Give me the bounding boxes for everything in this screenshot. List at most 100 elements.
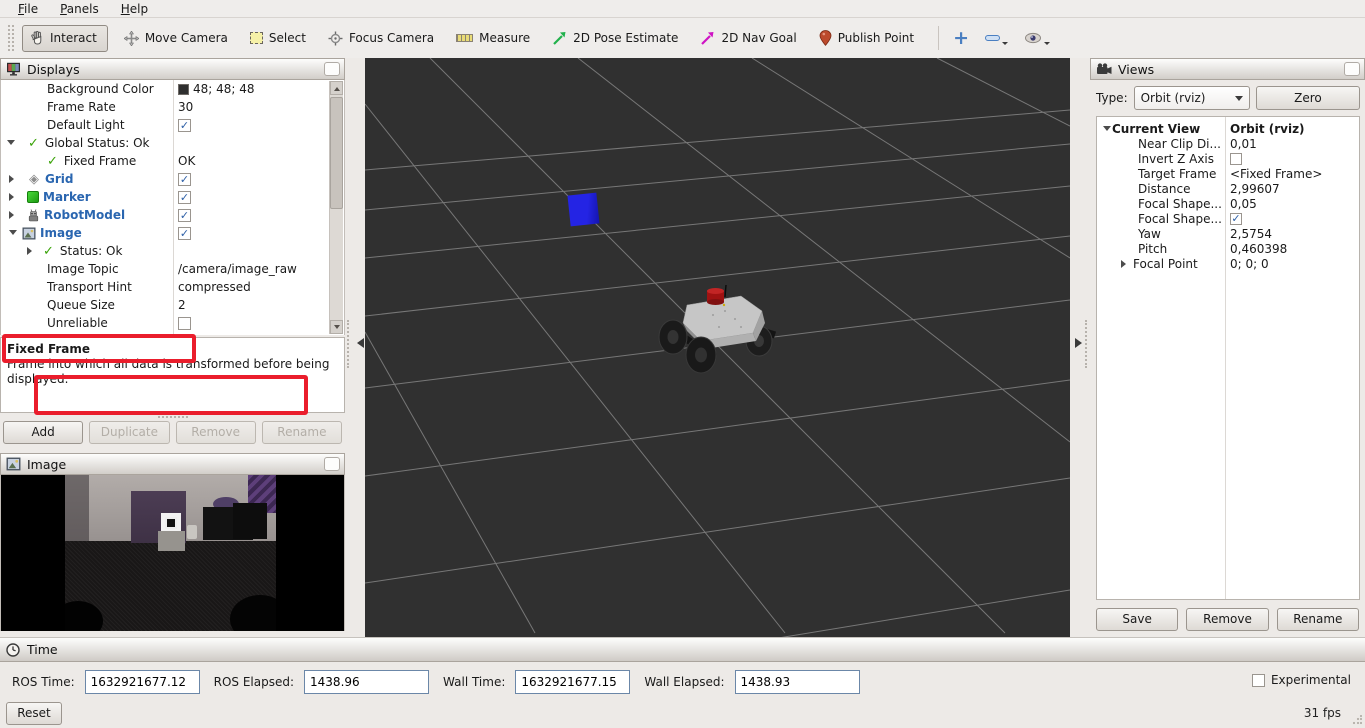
image-panel-header[interactable]: Image: [0, 453, 345, 475]
view-row[interactable]: Target Frame <Fixed Frame>: [1097, 166, 1359, 181]
checkbox-checked[interactable]: [178, 119, 191, 132]
checkbox-checked[interactable]: [178, 191, 191, 204]
status-row[interactable]: Status: Ok: [1, 242, 344, 260]
displays-panel-header[interactable]: Displays: [0, 58, 345, 80]
expand-arrow-icon[interactable]: [1121, 260, 1130, 268]
view-row[interactable]: Yaw 2,5754: [1097, 226, 1359, 241]
publish-point-tool-button[interactable]: Publish Point: [819, 30, 914, 46]
view-row[interactable]: Focal Point 0; 0; 0: [1097, 256, 1359, 271]
panel-title: Time: [27, 642, 1365, 657]
view-row[interactable]: Pitch 0,460398: [1097, 241, 1359, 256]
rename-button[interactable]: Rename: [262, 421, 342, 444]
toolbar-grip[interactable]: [8, 25, 14, 51]
property-row[interactable]: Default Light: [1, 116, 344, 134]
green-arrow-icon: [552, 31, 567, 46]
panel-float-button[interactable]: [1344, 62, 1360, 76]
views-panel-header[interactable]: Views: [1090, 58, 1365, 80]
zero-button[interactable]: Zero: [1256, 86, 1360, 110]
display-name: Image: [40, 226, 82, 240]
ros-elapsed-field[interactable]: [304, 670, 429, 694]
time-panel-header[interactable]: Time: [0, 638, 1365, 662]
ros-time-field[interactable]: [85, 670, 200, 694]
pose-estimate-tool-button[interactable]: 2D Pose Estimate: [552, 31, 678, 46]
rename-view-button[interactable]: Rename: [1277, 608, 1359, 631]
property-row[interactable]: Frame Rate 30: [1, 98, 344, 116]
menu-file[interactable]: File: [8, 1, 48, 17]
property-label: Invert Z Axis: [1138, 152, 1214, 166]
white-object: [187, 525, 197, 539]
status-row[interactable]: Fixed Frame OK: [1, 152, 344, 170]
panel-float-button[interactable]: [324, 62, 340, 76]
wall-shadow: [65, 475, 89, 541]
panel-splitter[interactable]: [345, 58, 365, 637]
view-row[interactable]: Near Clip Di... 0,01: [1097, 136, 1359, 151]
chevron-down-icon[interactable]: [1002, 42, 1008, 48]
wall-time-field[interactable]: [515, 670, 630, 694]
grid-icon: ◈: [27, 172, 41, 187]
focus-camera-tool-button[interactable]: Focus Camera: [328, 31, 434, 46]
wall-elapsed-field[interactable]: [735, 670, 860, 694]
view-type-dropdown[interactable]: Orbit (rviz): [1134, 86, 1250, 110]
checkbox-unchecked[interactable]: [178, 317, 191, 330]
checkbox-checked[interactable]: [178, 209, 191, 222]
column-divider[interactable]: [1225, 117, 1226, 599]
3d-viewport[interactable]: [365, 58, 1070, 637]
gray-box: [158, 531, 185, 551]
splitter-grip[interactable]: [0, 413, 345, 421]
reset-button[interactable]: Reset: [6, 702, 62, 725]
add-button[interactable]: Add: [3, 421, 83, 444]
menu-panels[interactable]: Panels: [50, 1, 109, 17]
property-label: Distance: [1138, 182, 1190, 196]
selection-box-icon: [250, 32, 263, 44]
expand-arrow-icon[interactable]: [27, 247, 36, 255]
expand-arrow-icon[interactable]: [9, 211, 18, 219]
expand-arrow-icon[interactable]: [9, 230, 17, 239]
checkbox-checked[interactable]: [178, 173, 191, 186]
display-row-image[interactable]: Image: [1, 224, 344, 242]
display-row-robotmodel[interactable]: RobotModel: [1, 206, 344, 224]
view-row[interactable]: Current View Orbit (rviz): [1097, 121, 1359, 136]
collapse-left-icon[interactable]: [352, 338, 364, 348]
interact-tool-button[interactable]: Interact: [22, 25, 108, 52]
view-row[interactable]: Invert Z Axis: [1097, 151, 1359, 166]
move-camera-tool-button[interactable]: Move Camera: [124, 31, 228, 46]
checkbox-checked[interactable]: [1230, 213, 1242, 225]
resize-grip[interactable]: [1352, 715, 1362, 725]
property-row[interactable]: Transport Hint compressed: [1, 278, 344, 296]
menu-help[interactable]: Help: [111, 1, 158, 17]
select-tool-button[interactable]: Select: [250, 31, 306, 45]
remove-button[interactable]: Remove: [176, 421, 256, 444]
property-row[interactable]: Queue Size 2: [1, 296, 344, 314]
eye-visibility-icon[interactable]: [1024, 32, 1042, 44]
view-row[interactable]: Distance 2,99607: [1097, 181, 1359, 196]
save-button[interactable]: Save: [1096, 608, 1178, 631]
scroll-up-button[interactable]: [330, 81, 343, 95]
property-row[interactable]: Background Color 48; 48; 48: [1, 80, 344, 98]
zoom-in-icon[interactable]: +: [953, 29, 969, 48]
expand-arrow-icon[interactable]: [1103, 126, 1111, 135]
scroll-down-button[interactable]: [330, 320, 343, 334]
duplicate-button[interactable]: Duplicate: [89, 421, 169, 444]
view-row[interactable]: Focal Shape... 0,05: [1097, 196, 1359, 211]
experimental-checkbox[interactable]: [1252, 674, 1265, 687]
expand-arrow-icon[interactable]: [9, 175, 18, 183]
property-row[interactable]: Unreliable: [1, 314, 344, 332]
status-row[interactable]: Global Status: Ok: [1, 134, 344, 152]
measure-tool-button[interactable]: Measure: [456, 31, 530, 45]
nav-goal-tool-button[interactable]: 2D Nav Goal: [700, 31, 796, 46]
panel-float-button[interactable]: [324, 457, 340, 471]
scrollbar-thumb[interactable]: [330, 97, 343, 209]
expand-arrow-icon[interactable]: [7, 140, 15, 149]
panel-splitter[interactable]: [1070, 58, 1090, 637]
checkbox-checked[interactable]: [178, 227, 191, 240]
display-row-grid[interactable]: ◈Grid: [1, 170, 344, 188]
expand-arrow-icon[interactable]: [9, 193, 18, 201]
checkbox-unchecked[interactable]: [1230, 153, 1242, 165]
display-row-marker[interactable]: Marker: [1, 188, 344, 206]
remove-view-button[interactable]: Remove: [1186, 608, 1268, 631]
property-value: 2: [178, 298, 186, 312]
property-row[interactable]: Image Topic /camera/image_raw: [1, 260, 344, 278]
chevron-down-icon[interactable]: [1044, 42, 1050, 48]
view-row[interactable]: Focal Shape...: [1097, 211, 1359, 226]
zoom-out-icon[interactable]: [985, 35, 1000, 41]
